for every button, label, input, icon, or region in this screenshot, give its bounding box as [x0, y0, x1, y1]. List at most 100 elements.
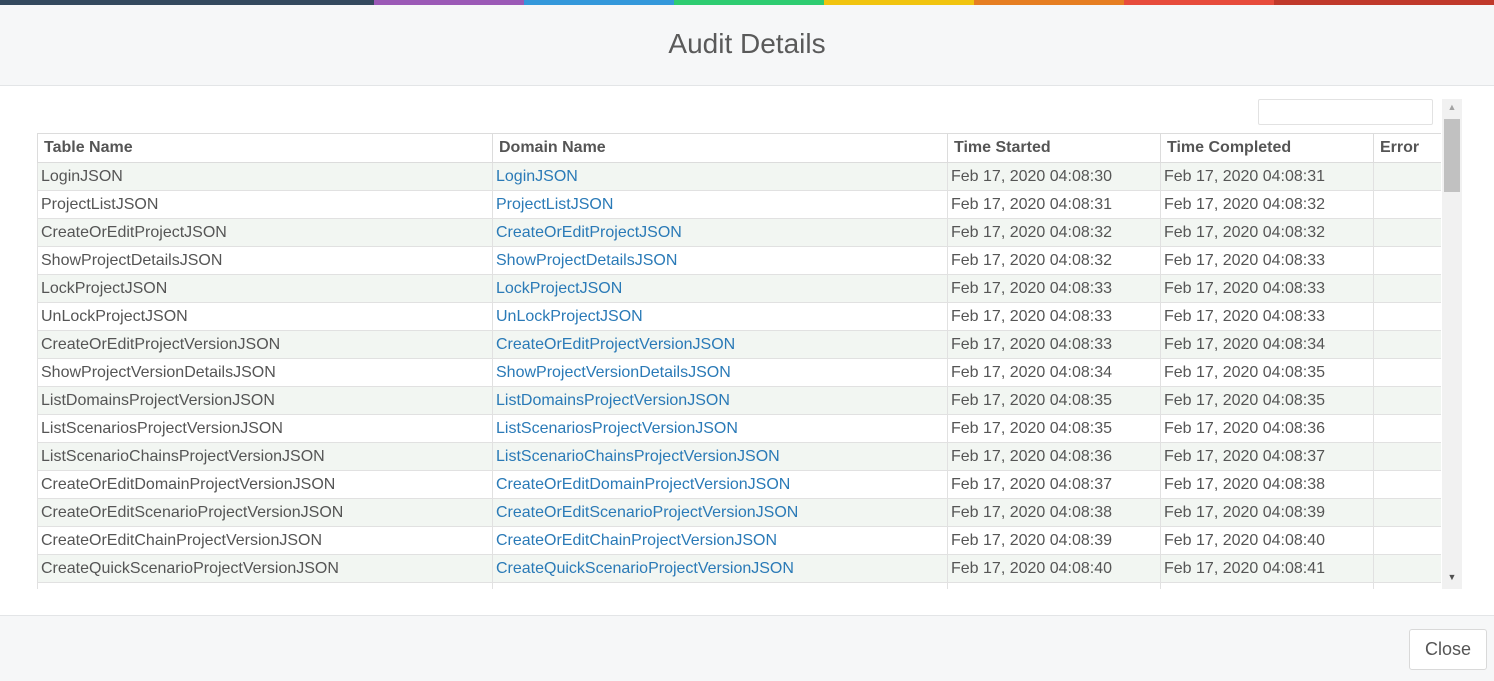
cell-domain-name[interactable]: ShowProjectVersionDetailsJSON	[492, 358, 948, 387]
cell-time-completed: Feb 17, 2020 04:08:39	[1160, 498, 1374, 527]
cell-time-completed: Feb 17, 2020 04:08:41	[1160, 554, 1374, 583]
cell-domain-name[interactable]: UnLockProjectJSON	[492, 302, 948, 331]
column-header-domain-name[interactable]: Domain Name	[492, 133, 948, 163]
scroll-down-arrow-icon[interactable]: ▼	[1442, 569, 1462, 586]
cell-error	[1373, 554, 1441, 583]
column-header-time-started[interactable]: Time Started	[947, 133, 1161, 163]
scroll-up-arrow-icon[interactable]: ▲	[1442, 99, 1462, 116]
cell-time-completed: Feb 17, 2020 04:08:42	[1160, 582, 1374, 589]
close-button[interactable]: Close	[1409, 629, 1487, 670]
cell-time-started: Feb 17, 2020 04:08:31	[947, 190, 1161, 219]
table-row[interactable]: CreateOrEditChainProjectVersionJSON Creat…	[37, 526, 1441, 555]
cell-domain-name[interactable]: CreateOrEditProjectVersionJSON	[492, 330, 948, 359]
modal-header: Audit Details	[0, 5, 1494, 86]
cell-time-started: Feb 17, 2020 04:08:36	[947, 442, 1161, 471]
cell-time-started: Feb 17, 2020 04:08:30	[947, 162, 1161, 191]
cell-time-completed: Feb 17, 2020 04:08:35	[1160, 358, 1374, 387]
cell-table-name: ListScenariosProjectVersionJSON	[37, 414, 493, 443]
cell-table-name: CreateOrEditScenarioProjectVersionJSON	[37, 498, 493, 527]
cell-error	[1373, 274, 1441, 303]
table-row[interactable]: LoginJSON LoginJSON Feb 17, 2020 04:08:30 F…	[37, 162, 1441, 191]
cell-time-started: Feb 17, 2020 04:08:32	[947, 218, 1161, 247]
table-row[interactable]: CreateOrEditProjectVersionJSON CreateOrEd…	[37, 330, 1441, 359]
cell-time-completed: Feb 17, 2020 04:08:32	[1160, 190, 1374, 219]
cell-time-started: Feb 17, 2020 04:08:41	[947, 582, 1161, 589]
cell-domain-name[interactable]: CreateOrEditChainProjectVersionJSON	[492, 526, 948, 555]
cell-error	[1373, 190, 1441, 219]
cell-time-started: Feb 17, 2020 04:08:35	[947, 386, 1161, 415]
table-row[interactable]: ListDomainsProjectVersionJSON ListDomains…	[37, 386, 1441, 415]
cell-table-name: UnLockProjectJSON	[37, 302, 493, 331]
cell-domain-name[interactable]: LockProjectJSON	[492, 274, 948, 303]
cell-time-started: Feb 17, 2020 04:08:35	[947, 414, 1161, 443]
modal-title: Audit Details	[668, 28, 826, 59]
cell-error	[1373, 386, 1441, 415]
cell-error	[1373, 302, 1441, 331]
cell-domain-name[interactable]: ListAttributesDomainJSON	[492, 582, 948, 589]
search-input[interactable]	[1258, 99, 1433, 125]
column-header-error[interactable]: Error	[1373, 133, 1441, 163]
column-header-time-completed[interactable]: Time Completed	[1160, 133, 1374, 163]
cell-time-started: Feb 17, 2020 04:08:38	[947, 498, 1161, 527]
cell-domain-name[interactable]: CreateOrEditDomainProjectVersionJSON	[492, 470, 948, 499]
cell-table-name: CreateQuickScenarioProjectVersionJSON	[37, 554, 493, 583]
cell-error	[1373, 442, 1441, 471]
table-row[interactable]: CreateOrEditScenarioProjectVersionJSON Cr…	[37, 498, 1441, 527]
table-row[interactable]: ShowProjectDetailsJSON ShowProjectDetails…	[37, 246, 1441, 275]
table-row[interactable]: CreateOrEditProjectJSON CreateOrEditProje…	[37, 218, 1441, 247]
cell-domain-name[interactable]: ListDomainsProjectVersionJSON	[492, 386, 948, 415]
cell-domain-name[interactable]: LoginJSON	[492, 162, 948, 191]
table-row[interactable]: ProjectListJSON ProjectListJSON Feb 17, 20…	[37, 190, 1441, 219]
audit-table-container: Table Name Domain Name Time Started Time…	[37, 133, 1441, 589]
cell-domain-name[interactable]: CreateQuickScenarioProjectVersionJSON	[492, 554, 948, 583]
cell-time-completed: Feb 17, 2020 04:08:34	[1160, 330, 1374, 359]
cell-time-completed: Feb 17, 2020 04:08:33	[1160, 274, 1374, 303]
cell-error	[1373, 358, 1441, 387]
cell-time-started: Feb 17, 2020 04:08:33	[947, 330, 1161, 359]
cell-time-completed: Feb 17, 2020 04:08:31	[1160, 162, 1374, 191]
cell-error	[1373, 582, 1441, 589]
cell-time-completed: Feb 17, 2020 04:08:38	[1160, 470, 1374, 499]
cell-error	[1373, 526, 1441, 555]
cell-error	[1373, 470, 1441, 499]
cell-table-name: LoginJSON	[37, 162, 493, 191]
cell-time-started: Feb 17, 2020 04:08:40	[947, 554, 1161, 583]
cell-error	[1373, 218, 1441, 247]
cell-time-started: Feb 17, 2020 04:08:39	[947, 526, 1161, 555]
modal-footer	[0, 615, 1494, 681]
cell-domain-name[interactable]: ListScenarioChainsProjectVersionJSON	[492, 442, 948, 471]
vertical-scrollbar[interactable]: ▲ ▼	[1442, 99, 1462, 589]
cell-error	[1373, 162, 1441, 191]
cell-time-completed: Feb 17, 2020 04:08:37	[1160, 442, 1374, 471]
table-row[interactable]: CreateQuickScenarioProjectVersionJSON Cre…	[37, 554, 1441, 583]
cell-domain-name[interactable]: ListScenariosProjectVersionJSON	[492, 414, 948, 443]
cell-domain-name[interactable]: CreateOrEditScenarioProjectVersionJSON	[492, 498, 948, 527]
cell-time-started: Feb 17, 2020 04:08:33	[947, 302, 1161, 331]
cell-table-name: CreateOrEditDomainProjectVersionJSON	[37, 470, 493, 499]
cell-domain-name[interactable]: ShowProjectDetailsJSON	[492, 246, 948, 275]
cell-time-completed: Feb 17, 2020 04:08:40	[1160, 526, 1374, 555]
table-row[interactable]: ListAttributesDomainJSONListAttributesDo…	[37, 582, 1441, 589]
audit-table: Table Name Domain Name Time Started Time…	[37, 133, 1441, 589]
table-body: LoginJSON LoginJSON Feb 17, 2020 04:08:30 F…	[37, 162, 1441, 589]
cell-domain-name[interactable]: CreateOrEditProjectJSON	[492, 218, 948, 247]
table-row[interactable]: ShowProjectVersionDetailsJSON ShowProject…	[37, 358, 1441, 387]
table-row[interactable]: UnLockProjectJSON UnLockProjectJSON Feb 17…	[37, 302, 1441, 331]
cell-domain-name[interactable]: ProjectListJSON	[492, 190, 948, 219]
table-header-row: Table Name Domain Name Time Started Time…	[37, 133, 1441, 163]
table-row[interactable]: LockProjectJSON LockProjectJSON Feb 17, 20…	[37, 274, 1441, 303]
cell-time-completed: Feb 17, 2020 04:08:32	[1160, 218, 1374, 247]
cell-time-completed: Feb 17, 2020 04:08:35	[1160, 386, 1374, 415]
cell-table-name: ShowProjectDetailsJSON	[37, 246, 493, 275]
table-row[interactable]: CreateOrEditDomainProjectVersionJSON Crea…	[37, 470, 1441, 499]
cell-error	[1373, 330, 1441, 359]
cell-time-started: Feb 17, 2020 04:08:32	[947, 246, 1161, 275]
column-header-table-name[interactable]: Table Name	[37, 133, 493, 163]
table-row[interactable]: ListScenariosProjectVersionJSON ListScena…	[37, 414, 1441, 443]
cell-error	[1373, 414, 1441, 443]
table-row[interactable]: ListScenarioChainsProjectVersionJSON List…	[37, 442, 1441, 471]
scroll-thumb[interactable]	[1444, 119, 1460, 192]
cell-table-name: CreateOrEditProjectJSON	[37, 218, 493, 247]
cell-table-name: ListScenarioChainsProjectVersionJSON	[37, 442, 493, 471]
cell-error	[1373, 498, 1441, 527]
